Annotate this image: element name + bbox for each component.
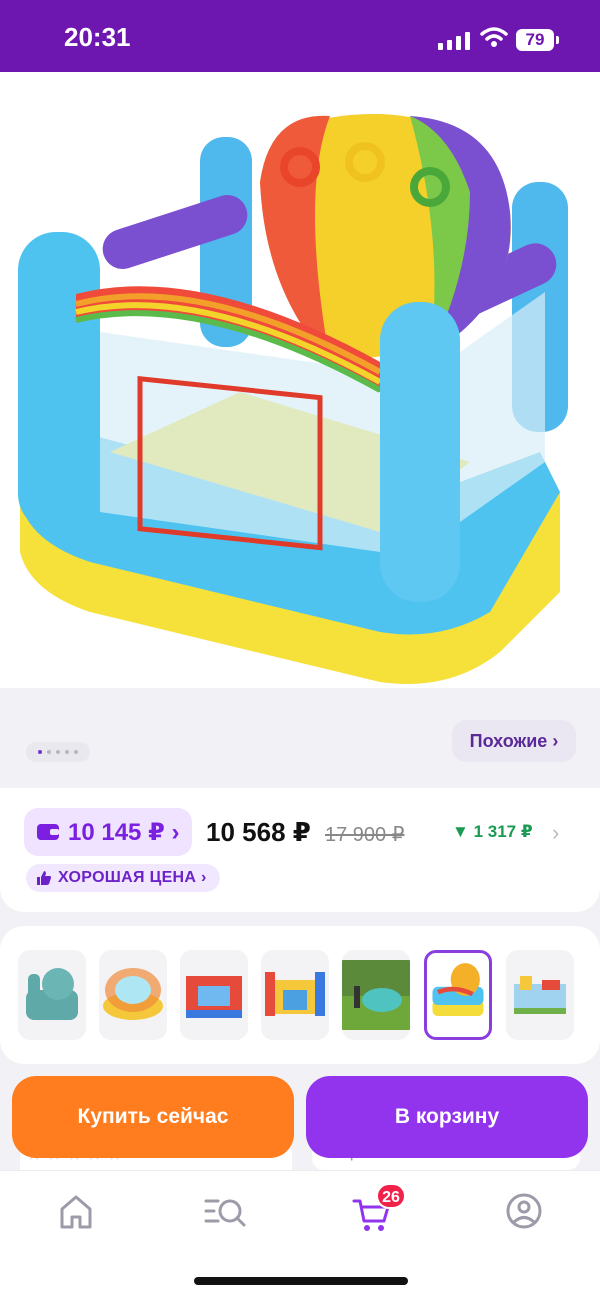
product-image[interactable] bbox=[0, 72, 600, 688]
elephant-slide-image bbox=[26, 968, 78, 1020]
buy-now-button[interactable]: Купить сейчас bbox=[12, 1076, 294, 1158]
variant-selector bbox=[0, 926, 600, 1064]
variant-thumb-5[interactable] bbox=[342, 950, 410, 1040]
favorite-button[interactable] bbox=[466, 100, 504, 143]
wallet-price-button[interactable]: 10 145 ₽ › bbox=[24, 808, 192, 856]
add-to-cart-button[interactable]: В корзину bbox=[306, 1076, 588, 1158]
profile-icon bbox=[506, 1193, 542, 1229]
variant-thumb-6-selected[interactable] bbox=[424, 950, 492, 1040]
good-price-label: ХОРОШАЯ ЦЕНА › bbox=[58, 869, 207, 886]
status-time: 20:31 bbox=[64, 22, 131, 52]
red-bouncer-image bbox=[186, 976, 242, 1018]
cart-count-badge: 26 bbox=[376, 1183, 406, 1209]
current-price: 10 568 ₽ bbox=[206, 817, 311, 847]
chevron-right-icon[interactable]: › bbox=[552, 820, 559, 846]
back-icon bbox=[30, 104, 48, 136]
saving-amount[interactable]: ▼ 1 317 ₽ bbox=[452, 822, 533, 842]
home-indicator bbox=[194, 1277, 408, 1285]
variant-thumb-2[interactable] bbox=[99, 950, 167, 1040]
wallet-price: 10 145 ₽ › bbox=[68, 818, 180, 846]
cellular-signal-icon bbox=[438, 32, 470, 50]
old-price: 17 900 ₽ bbox=[325, 824, 405, 846]
tab-profile[interactable] bbox=[494, 1191, 554, 1235]
variant-thumb-7[interactable] bbox=[506, 950, 574, 1040]
share-button[interactable] bbox=[544, 96, 580, 145]
round-bouncer-image bbox=[103, 968, 163, 1020]
wifi-icon bbox=[480, 27, 508, 47]
status-bar: 20:31 79 bbox=[0, 0, 600, 72]
castle-bouncer-image bbox=[265, 972, 325, 1016]
image-pagination-dots[interactable] bbox=[26, 742, 90, 762]
thumbs-up-icon bbox=[37, 871, 51, 885]
heart-icon bbox=[469, 104, 501, 135]
variant-thumb-3[interactable] bbox=[180, 950, 248, 1040]
tab-home[interactable] bbox=[46, 1191, 106, 1235]
tab-catalog[interactable] bbox=[196, 1191, 256, 1235]
price-down-icon: ▼ bbox=[452, 822, 469, 841]
battery-indicator: 79 bbox=[516, 29, 559, 51]
share-icon bbox=[548, 98, 576, 136]
outdoor-bouncer-image bbox=[342, 960, 410, 1030]
rainbow-bouncer-image bbox=[432, 963, 484, 1016]
saving-value: 1 317 ₽ bbox=[473, 822, 533, 841]
inflatable-bouncer-illustration bbox=[18, 113, 568, 684]
similar-products-button[interactable]: Похожие › bbox=[452, 720, 576, 762]
catalog-search-icon bbox=[204, 1199, 246, 1227]
wallet-icon bbox=[37, 824, 59, 840]
home-icon bbox=[60, 1195, 92, 1229]
good-price-badge[interactable]: ХОРОШАЯ ЦЕНА › bbox=[26, 864, 220, 892]
variant-thumb-4[interactable] bbox=[261, 950, 329, 1040]
playground-bouncer-image bbox=[514, 976, 566, 1014]
variant-thumb-1[interactable] bbox=[18, 950, 86, 1040]
back-button[interactable] bbox=[24, 100, 54, 145]
